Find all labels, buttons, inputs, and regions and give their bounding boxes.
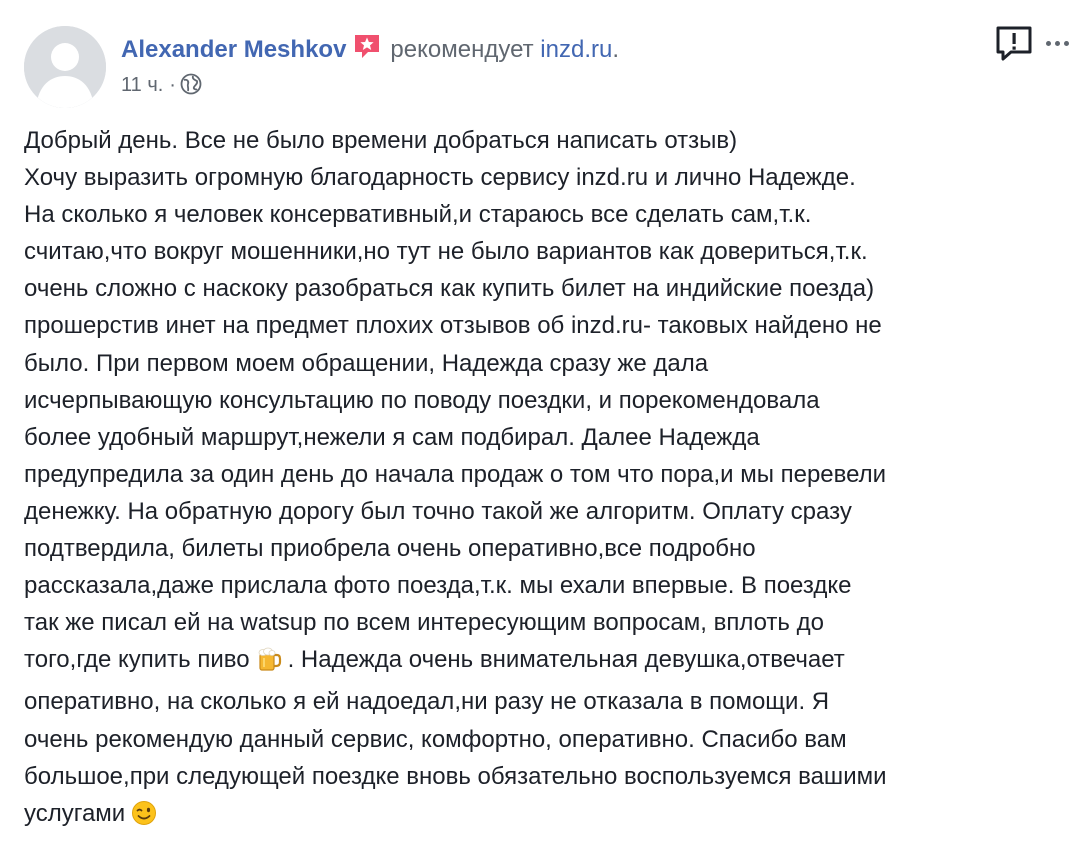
default-profile-silhouette-icon [24,26,106,108]
post-text-line: подтвердила, билеты приобрела очень опер… [24,535,756,563]
more-dot [1046,41,1051,46]
report-button[interactable] [994,24,1034,64]
report-exclamation-icon [996,26,1032,61]
more-dot [1055,41,1060,46]
avatar[interactable] [24,26,106,108]
recommends-text: рекомендует [390,36,534,63]
post-text-line: считаю,что вокруг мошенники,но тут не бы… [24,238,868,266]
post-text-fragment: . Надежда очень внимательная девушка,отв… [287,646,845,674]
post-text-line: На сколько я человек консервативный,и ст… [24,201,812,229]
post-text-line: прошерстив инет на предмет плохих отзыво… [24,312,882,340]
post-text-line: так же писал ей на watsup по всем интере… [24,609,824,637]
post-header: Alexander Meshkov рекомендует inzd.ru. [121,32,619,70]
page-link[interactable]: inzd.ru [540,36,612,63]
post-text-line: более удобный маршрут,нежели я сам подби… [24,423,760,451]
beer-mug-emoji-icon [256,646,282,683]
globe-icon[interactable] [180,73,202,104]
more-dot [1064,41,1069,46]
author-name-link[interactable]: Alexander Meshkov [121,36,346,63]
header-period: . [612,36,620,63]
post-text-line: Хочу выразить огромную благодарность сер… [24,164,856,192]
meta-separator: · [169,74,176,96]
post-timestamp[interactable]: 11 ч. [121,74,163,96]
post-text-line: денежку. На обратную дорогу был точно та… [24,497,852,525]
post-text-fragment: того,где купить пиво [24,646,250,674]
post-text-line: большое,при следующей поездке вновь обяз… [24,762,887,790]
post-body: Добрый день. Все не было времени добрать… [24,122,1084,837]
more-options-button[interactable] [1044,32,1076,56]
star-badge-icon [352,32,382,70]
post-meta: 11 ч. · [121,70,202,104]
post-text-line: исчерпывающую консультацию по поводу пое… [24,386,820,414]
post-text-line: очень рекомендую данный сервис, комфортн… [24,725,847,753]
post-text-line: было. При первом моем обращении, Надежда… [24,349,709,377]
post-text-line: оперативно, на сколько я ей надоедал,ни … [24,688,830,716]
post-text-line-with-emoji: того,где купить пиво . Надежда очень вним… [24,641,1084,683]
post-text-line: предупредила за один день до начала прод… [24,460,887,488]
post-text-last-line: услугами [24,795,1084,837]
post-text-line: Добрый день. Все не было времени добрать… [24,127,738,154]
facebook-post: Alexander Meshkov рекомендует inzd.ru. 11… [0,0,1092,860]
post-text-line: очень сложно с наскоку разобраться как к… [24,275,875,303]
winking-face-emoji-icon [131,800,157,837]
post-text-fragment: услугами [24,799,126,827]
post-text-line: рассказала,даже прислала фото поезда,т.к… [24,572,852,600]
